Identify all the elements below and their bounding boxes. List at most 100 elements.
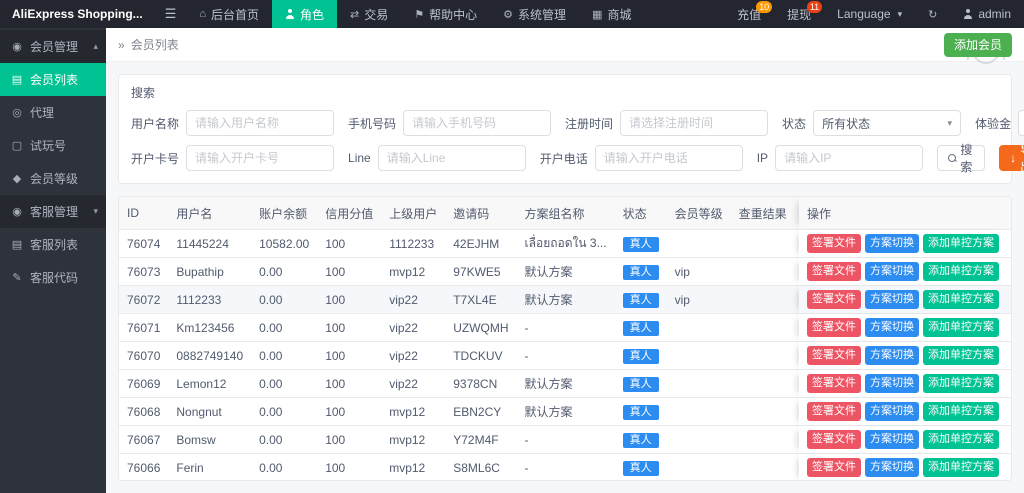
cell-invite: S8ML6C [445,454,516,480]
add-single-plan-button[interactable]: 添加单控方案 [923,318,999,337]
mall-icon: ▦ [592,8,602,21]
field-select-体验金[interactable]: 所有状态▾ [1018,110,1024,136]
sidebar-item-member-manage[interactable]: ◉会员管理▴ [0,30,106,63]
field-label: 开户卡号 [131,150,179,167]
field-input-开户电话[interactable] [595,145,743,171]
switch-plan-button[interactable]: 方案切换 [865,318,919,337]
cell-credit: 100 [317,398,381,426]
nav-item-role[interactable]: 角色 [272,0,337,28]
field-input-Line[interactable] [378,145,526,171]
sign-file-button[interactable]: 签署文件 [807,430,861,449]
refresh-icon: ↻ [928,8,937,21]
add-member-button[interactable]: 添加会员 [944,33,1012,57]
sidebar-label-service-list: 客服列表 [30,236,78,253]
sidebar-item-agent[interactable]: ◎代理 [0,96,106,129]
sign-file-button[interactable]: 签署文件 [807,290,861,309]
hamburger-menu-icon[interactable]: ☰ [155,0,187,28]
column-header-操作: 操作 [799,197,1011,230]
search-button[interactable]: 搜索 [937,145,985,171]
add-single-plan-button[interactable]: 添加单控方案 [923,402,999,421]
cell-actions: 签署文件方案切换添加单控方案 [799,286,1011,314]
status-badge: 真人 [623,321,659,336]
sidebar-label-trial: 试玩号 [30,137,66,154]
field-input-手机号码[interactable] [403,110,551,136]
field-input-注册时间[interactable] [620,110,768,136]
export-button[interactable]: ↓导出 [999,145,1024,171]
dashboard-icon: ⌂ [199,8,206,20]
nav-item-mall[interactable]: ▦商城 [579,0,644,28]
switch-plan-button[interactable]: 方案切换 [865,430,919,449]
top-navbar: AliExpress Shopping... ☰ ⌂后台首页角色⇄交易⚑帮助中心… [0,0,1024,28]
cell-actions: 签署文件方案切换添加单控方案 [799,454,1011,480]
cell-parent: vip22 [381,286,445,314]
field-用户名称: 用户名称 [131,110,334,136]
field-input-开户卡号[interactable] [186,145,334,171]
field-input-用户名称[interactable] [186,110,334,136]
sidebar-label-member-level: 会员等级 [30,170,78,187]
cell-id: 76066 [119,454,168,480]
nav-item-help[interactable]: ⚑帮助中心 [401,0,490,28]
nav-item-trade[interactable]: ⇄交易 [337,0,401,28]
sign-file-button[interactable]: 签署文件 [807,402,861,421]
sidebar-item-member-list[interactable]: ▤会员列表 [0,63,106,96]
sign-file-button[interactable]: 签署文件 [807,262,861,281]
add-single-plan-button[interactable]: 添加单控方案 [923,458,999,477]
cell-level [667,398,731,426]
cell-parent: mvp12 [381,426,445,454]
sidebar-item-service-list[interactable]: ▤客服列表 [0,228,106,261]
sign-file-button[interactable]: 签署文件 [807,458,861,477]
member-level-icon: ◆ [11,172,23,185]
add-single-plan-button[interactable]: 添加单控方案 [923,430,999,449]
cell-username: Nongnut [168,398,251,426]
cell-plan: เลื่อยถอดใน 3... [517,230,615,258]
sign-file-button[interactable]: 签署文件 [807,234,861,253]
sidebar-item-service-manage[interactable]: ◉客服管理▾ [0,195,106,228]
sidebar-item-service-code[interactable]: ✎客服代码 [0,261,106,294]
sidebar-label-agent: 代理 [30,104,54,121]
admin-menu[interactable]: admin [950,0,1024,28]
sign-file-button[interactable]: 签署文件 [807,318,861,337]
sign-file-button[interactable]: 签署文件 [807,346,861,365]
add-single-plan-button[interactable]: 添加单控方案 [923,290,999,309]
status-badge: 真人 [623,349,659,364]
withdraw-badge: 11 [807,1,822,13]
select-value: 所有状态 [822,115,870,132]
nav-item-system[interactable]: ⚙系统管理 [490,0,579,28]
status-badge: 真人 [623,433,659,448]
nav-item-dashboard[interactable]: ⌂后台首页 [186,0,272,28]
add-single-plan-button[interactable]: 添加单控方案 [923,374,999,393]
language-dropdown[interactable]: Language▾ [824,0,915,28]
cell-credit: 100 [317,230,381,258]
cell-plan: - [517,342,615,370]
column-header-邀请码: 邀请码 [445,197,516,230]
switch-plan-button[interactable]: 方案切换 [865,290,919,309]
cell-credit: 100 [317,426,381,454]
refresh-button[interactable]: ↻ [915,0,950,28]
cell-level [667,370,731,398]
switch-plan-button[interactable]: 方案切换 [865,402,919,421]
content: 搜索 用户名称手机号码注册时间状态所有状态▾体验金所有状态▾开户卡号Line开户… [106,62,1024,493]
cell-status: 真人 [615,314,667,342]
table-row: 7607211122330.00100vip22T7XL4E默认方案真人vip1… [119,286,1011,314]
switch-plan-button[interactable]: 方案切换 [865,346,919,365]
switch-plan-button[interactable]: 方案切换 [865,234,919,253]
recharge-button[interactable]: 充值10 [724,0,774,28]
withdraw-button[interactable]: 提现11 [774,0,824,28]
cell-balance: 0.00 [251,454,317,480]
switch-plan-button[interactable]: 方案切换 [865,458,919,477]
switch-plan-button[interactable]: 方案切换 [865,262,919,281]
add-single-plan-button[interactable]: 添加单控方案 [923,346,999,365]
add-single-plan-button[interactable]: 添加单控方案 [923,234,999,253]
admin-label: admin [978,7,1011,21]
sign-file-button[interactable]: 签署文件 [807,374,861,393]
column-header-信用分值: 信用分值 [317,197,381,230]
chevron-up-icon: ▴ [93,41,98,52]
sidebar-item-member-level[interactable]: ◆ 会员等级 [0,162,106,195]
field-input-IP[interactable] [775,145,923,171]
cell-parent: mvp12 [381,258,445,286]
add-single-plan-button[interactable]: 添加单控方案 [923,262,999,281]
sidebar-item-trial[interactable]: ▢试玩号 [0,129,106,162]
field-select-状态[interactable]: 所有状态▾ [813,110,961,136]
switch-plan-button[interactable]: 方案切换 [865,374,919,393]
cell-actions: 签署文件方案切换添加单控方案 [799,426,1011,454]
